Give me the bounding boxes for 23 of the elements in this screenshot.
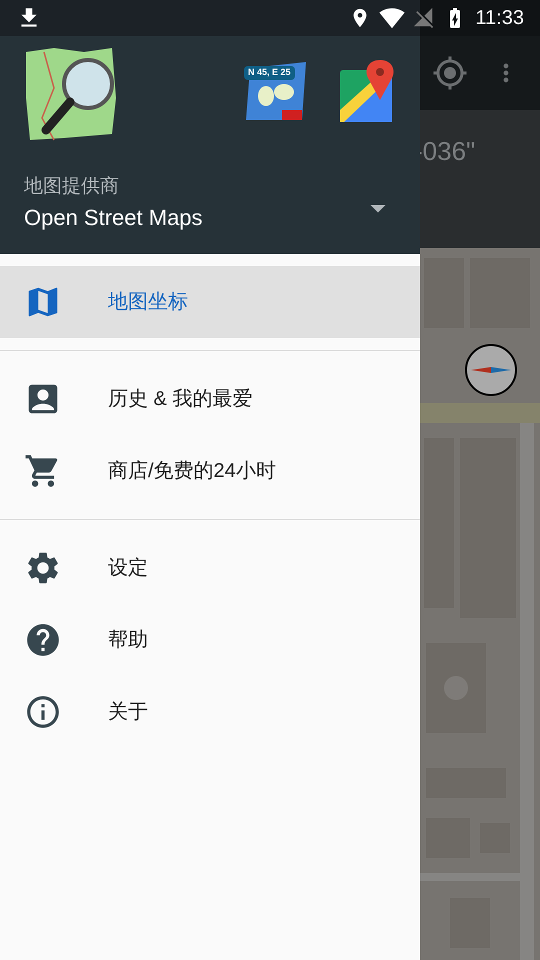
menu-label: 历史 & 我的最爱	[108, 387, 252, 412]
clock-text: 11:33	[475, 6, 524, 31]
menu-item[interactable]: 设定	[0, 532, 420, 604]
compass-icon[interactable]	[463, 342, 519, 398]
menu-item[interactable]: 商店/免费的24小时	[0, 435, 420, 507]
help-icon	[24, 621, 62, 659]
menu-label: 商店/免费的24小时	[108, 459, 276, 484]
coordinates-app-logo[interactable]: N 45, E 25	[244, 60, 308, 122]
menu-item[interactable]: 帮助	[0, 604, 420, 676]
coordinate-text: -036"	[414, 135, 476, 168]
provider-name[interactable]: Open Street Maps	[24, 201, 360, 234]
provider-label: 地图提供商	[24, 174, 120, 198]
menu-item[interactable]: 地图坐标	[0, 266, 420, 338]
coordinates-badge: N 45, E 25	[244, 66, 295, 80]
menu-label: 关于	[108, 700, 148, 725]
menu-item[interactable]: 历史 & 我的最爱	[0, 363, 420, 435]
menu-label: 地图坐标	[108, 290, 188, 315]
info-icon	[24, 693, 62, 731]
menu-label: 帮助	[108, 628, 148, 653]
no-sim-icon	[413, 7, 436, 29]
locate-icon[interactable]	[432, 55, 468, 91]
menu-item[interactable]: 关于	[0, 676, 420, 748]
menu-label: 设定	[108, 556, 148, 581]
